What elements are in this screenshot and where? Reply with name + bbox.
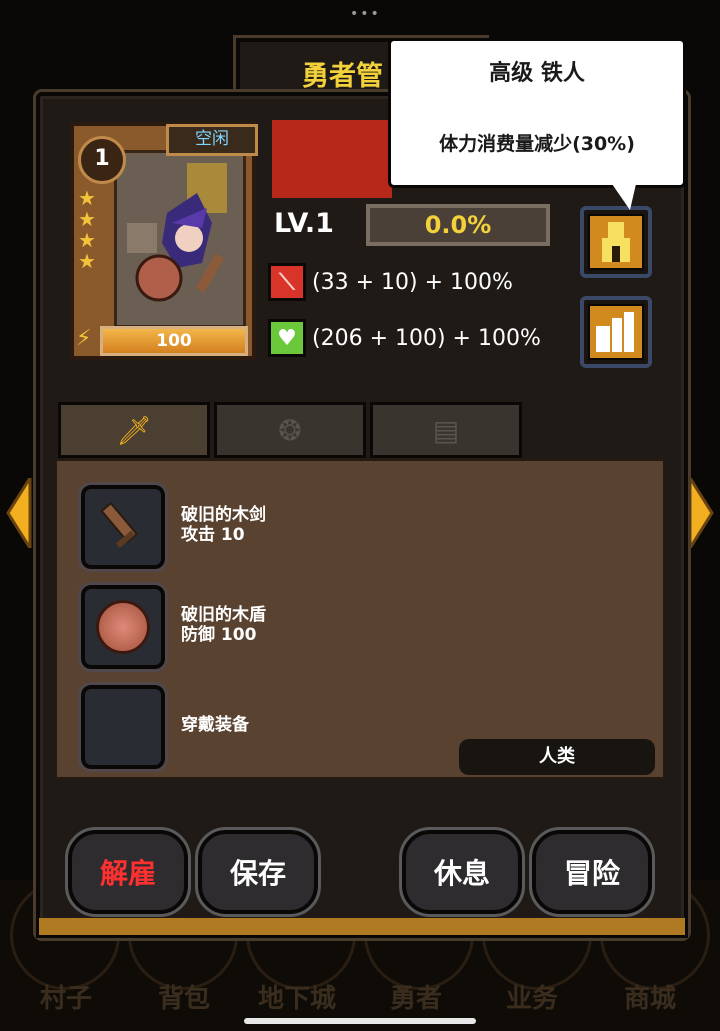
hero-portrait — [114, 150, 246, 328]
adventure-button[interactable]: 冒险 — [529, 827, 655, 917]
nav-shop[interactable]: 商城 — [624, 978, 676, 1015]
star-icon: ★ — [78, 207, 96, 231]
scroll-icon: ▤ — [432, 413, 460, 447]
star-icon: ★ — [78, 186, 96, 210]
tab-weapons[interactable]: 🗡 — [58, 402, 210, 458]
tooltip-description: 体力消费量减少(30%) — [439, 133, 635, 155]
nav-heroes[interactable]: 勇者 — [390, 978, 442, 1015]
rest-button[interactable]: 休息 — [399, 827, 525, 917]
attack-stat: ⟍ (33 + 10) + 100% — [268, 262, 513, 302]
sword-icon: 🗡 — [116, 413, 152, 447]
nav-dungeon[interactable]: 地下城 — [258, 978, 336, 1015]
defense-stat: ♥ (206 + 100) + 100% — [268, 318, 541, 358]
stamina-bar: 100 — [100, 326, 248, 356]
empty-slot-label: 穿戴装备 — [181, 715, 249, 735]
tooltip-tail — [612, 184, 636, 210]
prev-hero-arrow-icon[interactable] — [6, 478, 32, 548]
hero-level-label: LV.1 — [274, 208, 334, 239]
home-indicator[interactable] — [244, 1018, 476, 1024]
xp-percent: 0.0% — [424, 211, 492, 239]
nav-bag[interactable]: 背包 — [158, 978, 210, 1015]
xp-bar: 0.0% — [366, 204, 550, 246]
trait-tooltip: 高级 铁人 体力消费量减少(30%) — [388, 38, 686, 188]
shield-name: 破旧的木盾 — [181, 605, 266, 625]
next-hero-arrow-icon[interactable] — [688, 478, 714, 548]
defense-value: (206 + 100) + 100% — [312, 325, 541, 351]
hero-card[interactable]: 1 空闲 ★ ★ ★ ★ ⚡ 100 — [70, 122, 258, 360]
equipment-weapon-info: 破旧的木剑 攻击 10 — [181, 505, 266, 545]
trait-ironman-button[interactable] — [580, 206, 652, 278]
equipment-list: 破旧的木剑 攻击 10 破旧的木盾 防御 100 穿戴装备 人类 — [54, 458, 666, 780]
tooltip-title: 高级 铁人 — [489, 61, 585, 86]
equipment-slot-shield[interactable] — [78, 582, 168, 672]
equipment-slot-empty[interactable] — [78, 682, 168, 772]
tab-scrolls[interactable]: ▤ — [370, 402, 522, 458]
ironman-trait-icon — [588, 214, 644, 270]
nav-business[interactable]: 业务 — [506, 978, 558, 1015]
hero-stars: ★ ★ ★ ★ — [78, 188, 104, 272]
trait-secondary-button[interactable] — [580, 296, 652, 368]
equipment-empty-info: 穿戴装备 — [181, 715, 249, 735]
save-button[interactable]: 保存 — [195, 827, 321, 917]
wooden-shield-icon — [96, 600, 150, 654]
wooden-sword-icon — [100, 501, 139, 549]
equipment-shield-info: 破旧的木盾 防御 100 — [181, 605, 266, 645]
hero-race-label: 人类 — [459, 739, 655, 775]
badge-icon: ❂ — [278, 413, 302, 447]
ribbon-banner — [272, 120, 392, 198]
top-dots: ••• — [350, 6, 381, 22]
window-title: 勇者管 — [302, 61, 383, 92]
stamina-value: 100 — [156, 331, 192, 351]
star-icon: ★ — [78, 249, 96, 273]
panel-bottom-edge — [36, 918, 688, 938]
equipment-slot-weapon[interactable] — [78, 482, 168, 572]
dismiss-button[interactable]: 解雇 — [65, 827, 191, 917]
nav-village[interactable]: 村子 — [40, 978, 92, 1015]
shield-stat: 防御 100 — [181, 625, 257, 645]
lightning-bolt-icon: ⚡ — [76, 326, 92, 351]
trait-secondary-icon — [588, 304, 644, 360]
attack-sword-icon: ⟍ — [268, 263, 306, 301]
attack-value: (33 + 10) + 100% — [312, 269, 513, 295]
tab-badges[interactable]: ❂ — [214, 402, 366, 458]
star-icon: ★ — [78, 228, 96, 252]
defense-shield-icon: ♥ — [268, 319, 306, 357]
weapon-name: 破旧的木剑 — [181, 505, 266, 525]
hero-status-badge: 空闲 — [166, 124, 258, 156]
weapon-stat: 攻击 10 — [181, 525, 245, 545]
hero-level-badge: 1 — [78, 136, 126, 184]
equipment-tabs: 🗡 ❂ ▤ — [58, 402, 524, 458]
